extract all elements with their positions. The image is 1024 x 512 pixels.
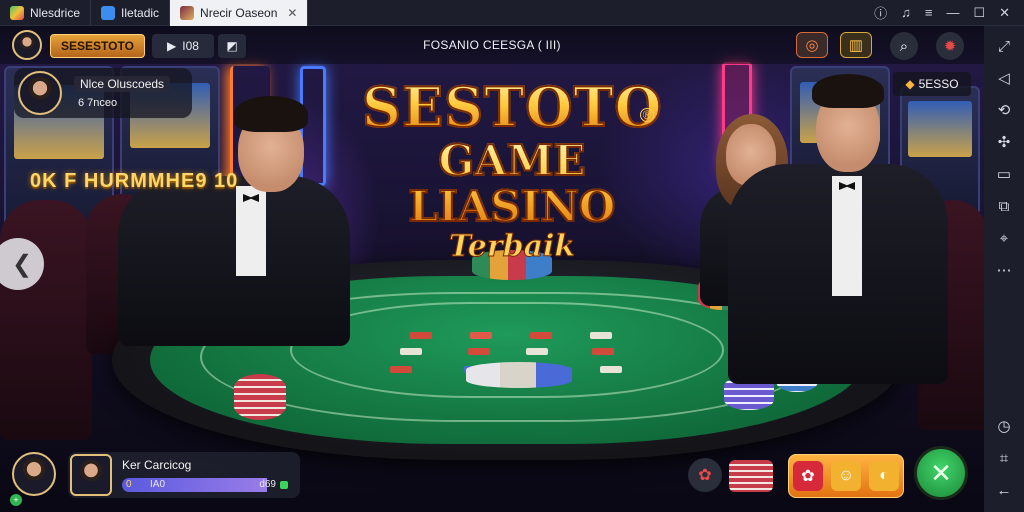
xp-fill xyxy=(122,478,267,492)
chat-button[interactable]: ◎ xyxy=(796,32,828,58)
chip-stack[interactable] xyxy=(466,362,572,388)
play-counter[interactable]: ▶ I08 xyxy=(152,34,214,58)
tab-game[interactable]: Nrecir Oaseon ✕ xyxy=(170,0,309,26)
profile-avatar[interactable] xyxy=(12,30,42,60)
rotate-icon[interactable]: ⟲ xyxy=(984,94,1024,126)
xp-label: IA0 xyxy=(150,479,166,490)
game-viewport[interactable]: SESTOTO GAME LIASINO Terbaik ® 0K F HURM… xyxy=(0,26,984,512)
xp-bar: 0 IA0 d69 xyxy=(122,478,292,492)
title-bar: Nlesdrice Iletadic Nrecir Oaseon ✕ ⓘ ♫ ≡… xyxy=(0,0,1024,26)
chevron-left-icon: ❮ xyxy=(11,250,33,278)
multi-window-icon[interactable]: ⧉ xyxy=(984,190,1024,222)
gear-icon: ✹ xyxy=(943,38,957,55)
record-button[interactable]: ◩ xyxy=(218,34,246,58)
confirm-button[interactable]: ✕ xyxy=(914,446,968,500)
reward-notification[interactable]: ◆ 5ESSO xyxy=(893,72,971,96)
action-bar: ✿ ☺ ◐ xyxy=(788,454,904,498)
logo-line-1: SESTOTO xyxy=(361,75,663,139)
my-card-avatar xyxy=(70,454,112,496)
game-logo: SESTOTO GAME LIASINO Terbaik ® xyxy=(361,75,663,264)
screenshot-icon[interactable]: ▭ xyxy=(984,158,1024,190)
opponent-card[interactable]: Nlce Oluscoeds 6 7nceo xyxy=(14,68,192,118)
more-icon[interactable]: ⋯ xyxy=(984,254,1024,286)
check-icon: ✕ xyxy=(930,457,952,488)
my-avatar[interactable] xyxy=(12,452,56,496)
brand-badge[interactable]: SESESTOTO xyxy=(50,34,145,58)
logo-line-2: GAME LIASINO xyxy=(362,137,662,231)
timer-icon[interactable]: ◷ xyxy=(984,410,1024,442)
chip-stack[interactable] xyxy=(234,374,286,420)
shop-button[interactable]: ☺ xyxy=(831,461,861,491)
xp-value: d69 xyxy=(259,479,276,490)
layout-icon[interactable]: ⌗ xyxy=(984,442,1024,474)
counter-value: I08 xyxy=(182,39,199,53)
game-thumb-icon xyxy=(180,5,195,20)
app-store-icon xyxy=(10,5,24,20)
xp-level: 0 xyxy=(126,479,132,490)
play-icon: ▶ xyxy=(167,39,177,53)
opponent-name: Nlce Oluscoeds xyxy=(74,76,171,92)
shake-icon[interactable]: ✣ xyxy=(984,126,1024,158)
back-nav-icon[interactable]: ← xyxy=(984,474,1024,506)
search-icon: ⌕ xyxy=(899,37,909,55)
menu-icon[interactable]: ≡ xyxy=(925,5,933,20)
top-hud: SESESTOTO ▶ I08 ◩ FOSANIO CEESGA ( III) … xyxy=(0,26,984,64)
window-controls: ⓘ ♫ ≡ — ☐ ✕ xyxy=(874,3,1024,22)
search-button[interactable]: ⌕ xyxy=(890,32,918,60)
tab-close-icon[interactable]: ✕ xyxy=(287,6,297,20)
reward-text: 5ESSO xyxy=(918,77,959,91)
my-name: Ker Carcicog xyxy=(122,458,192,472)
tab-label: Iletadic xyxy=(121,5,160,20)
chips-button[interactable] xyxy=(726,458,776,494)
emoji-button[interactable]: ✿ xyxy=(688,458,722,492)
gift-button[interactable]: ✿ xyxy=(793,461,823,491)
tab-app[interactable]: Iletadic xyxy=(91,0,171,26)
tab-home[interactable]: Nlesdrice xyxy=(0,0,92,26)
chair xyxy=(0,200,92,440)
opponent-balance: 6 7nceo xyxy=(78,97,118,109)
expand-icon[interactable]: ⤢ xyxy=(984,30,1024,62)
grid-icon: ▥ xyxy=(848,37,864,54)
battery-icon xyxy=(280,481,288,489)
menu-button[interactable]: ▥ xyxy=(840,32,872,58)
camera-icon: ◩ xyxy=(226,39,238,53)
logo-line-3: Terbaik xyxy=(448,229,576,264)
tab-label: Nlesdrice xyxy=(30,5,81,20)
settings-button[interactable]: ✹ xyxy=(936,32,964,60)
room-title: FOSANIO CEESGA ( III) xyxy=(423,38,561,52)
chip-stack-icon xyxy=(729,460,773,492)
emulator-window: Nlesdrice Iletadic Nrecir Oaseon ✕ ⓘ ♫ ≡… xyxy=(0,0,1024,512)
help-icon[interactable]: ⓘ xyxy=(874,3,887,22)
chat-icon: ◎ xyxy=(805,37,819,54)
chip-icon: ✿ xyxy=(698,467,712,484)
volume-icon[interactable]: ◁ xyxy=(984,62,1024,94)
close-icon[interactable]: ✕ xyxy=(999,5,1010,21)
minimize-icon[interactable]: — xyxy=(946,5,959,20)
app-icon xyxy=(101,5,116,20)
promo-text: 0K F HURMMHE9 10 xyxy=(30,170,239,192)
coins-button[interactable]: ◐ xyxy=(869,461,899,491)
bell-icon[interactable]: ♫ xyxy=(901,5,911,20)
gift-icon: ◆ xyxy=(905,77,915,91)
add-friend-button[interactable]: + xyxy=(10,494,22,506)
tab-label: Nrecir Oaseon xyxy=(200,5,278,20)
my-player-card[interactable]: Ker Carcicog 0 IA0 d69 xyxy=(68,452,300,498)
location-icon[interactable]: ⌖ xyxy=(984,222,1024,254)
maximize-icon[interactable]: ☐ xyxy=(973,5,985,21)
registered-mark-icon: ® xyxy=(640,108,654,122)
opponent-avatar xyxy=(18,71,62,115)
emulator-sidebar: ⤢ ◁ ⟲ ✣ ▭ ⧉ ⌖ ⋯ ◷ ⌗ ← xyxy=(984,26,1024,512)
